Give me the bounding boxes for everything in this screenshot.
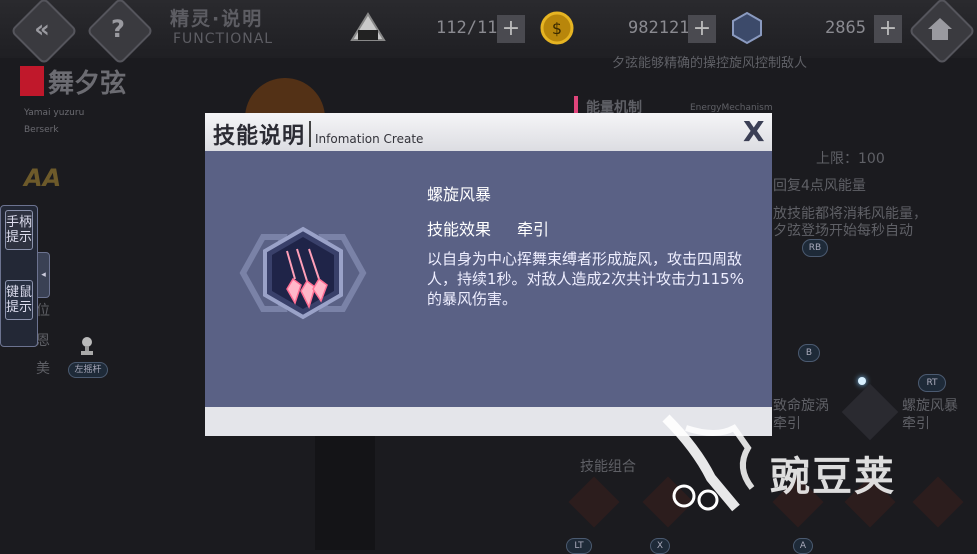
bg-skill-right-name: 螺旋风暴 — [902, 398, 958, 414]
bg-skill-mid-name: 致命旋涡 — [773, 398, 829, 414]
glow-dot — [858, 377, 866, 385]
joystick-icon — [80, 336, 94, 356]
rt-button-hint: RT — [918, 374, 946, 392]
rank-badge: AA — [24, 164, 62, 192]
watermark-text: 豌豆荚 — [770, 454, 896, 500]
b-button-hint: B — [798, 344, 820, 362]
lt-button-hint: LT — [566, 538, 592, 554]
dialog-title-divider — [309, 121, 311, 147]
bg-skill-desc-top: 夕弦能够精确的操控旋风控制敌人 — [612, 56, 808, 71]
bg-skill-mid-effect: 牵引 — [773, 416, 801, 432]
bg-text-left-3: 美 — [36, 361, 50, 377]
bg-combo-title: 技能组合 — [580, 459, 636, 475]
bg-energy-recover: 回复4点风能量 — [773, 178, 866, 194]
character-legs-image — [315, 436, 375, 550]
x-button-hint: X — [650, 538, 670, 554]
page-title: 精灵·说明 — [170, 8, 264, 30]
spiral-storm-skill-icon — [223, 223, 383, 323]
back-arrow-icon: « — [34, 15, 50, 43]
left-stick-label: 左摇杆 — [68, 362, 108, 378]
character-hair-image — [245, 78, 325, 118]
combo-skill-5-icon[interactable] — [912, 476, 964, 528]
tab-keyboard-hint[interactable]: 键鼠提示 — [5, 280, 33, 320]
wandoujia-logo-icon — [656, 408, 766, 518]
bg-text-left-1: 位 — [36, 303, 50, 319]
tab-gamepad-hint[interactable]: 手柄提示 — [5, 210, 33, 250]
svg-text:$: $ — [552, 19, 562, 38]
dialog-title: 技能说明 — [213, 124, 306, 149]
character-class: Berserk — [24, 125, 59, 135]
onigiri-icon — [350, 12, 386, 44]
skill-name: 螺旋风暴 — [427, 185, 492, 204]
gold-value: 982121 — [628, 18, 690, 38]
skill-slot-icon[interactable] — [841, 383, 899, 441]
add-stamina-button[interactable]: + — [497, 15, 525, 43]
bg-text-left-2: 恩 — [36, 333, 50, 349]
crystal-icon — [730, 11, 764, 45]
character-name-en: Yamai yuzuru — [24, 108, 85, 118]
effect-value: 牵引 — [517, 220, 550, 239]
add-crystal-button[interactable]: + — [874, 15, 902, 43]
bg-energy-en: EnergyMechanism — [690, 103, 773, 113]
dialog-subtitle: Infomation Create — [315, 132, 424, 146]
page-subtitle: FUNCTIONAL — [173, 31, 274, 47]
help-icon: ? — [111, 15, 125, 43]
add-gold-button[interactable]: + — [688, 15, 716, 43]
skill-info-dialog: 技能说明 Infomation Create X 螺旋风暴 技能效果 牵引 以自… — [205, 113, 772, 436]
home-icon — [926, 15, 954, 43]
collapse-chevron-icon[interactable]: ◂ — [37, 252, 50, 298]
bg-energy-limit: 上限：100 — [816, 151, 885, 167]
combo-skill-1-icon[interactable] — [568, 476, 620, 528]
bg-skill-right-effect: 牵引 — [902, 416, 930, 432]
character-logo-icon — [20, 66, 44, 96]
gold-coin-icon: $ — [540, 11, 574, 45]
skill-description: 以自身为中心挥舞束缚者形成旋风，攻击四周敌人，持续1秒。对敌人造成2次共计攻击力… — [427, 250, 744, 308]
effect-label: 技能效果 — [427, 220, 492, 239]
crystal-value: 2865 — [825, 18, 866, 38]
close-button[interactable]: X — [743, 115, 765, 148]
rb-button-hint: RB — [802, 239, 828, 257]
character-name: 舞夕弦 — [48, 69, 127, 99]
a-button-hint: A — [793, 538, 813, 554]
bg-energy-consume-2: 夕弦登场开始每秒自动 — [773, 223, 913, 239]
